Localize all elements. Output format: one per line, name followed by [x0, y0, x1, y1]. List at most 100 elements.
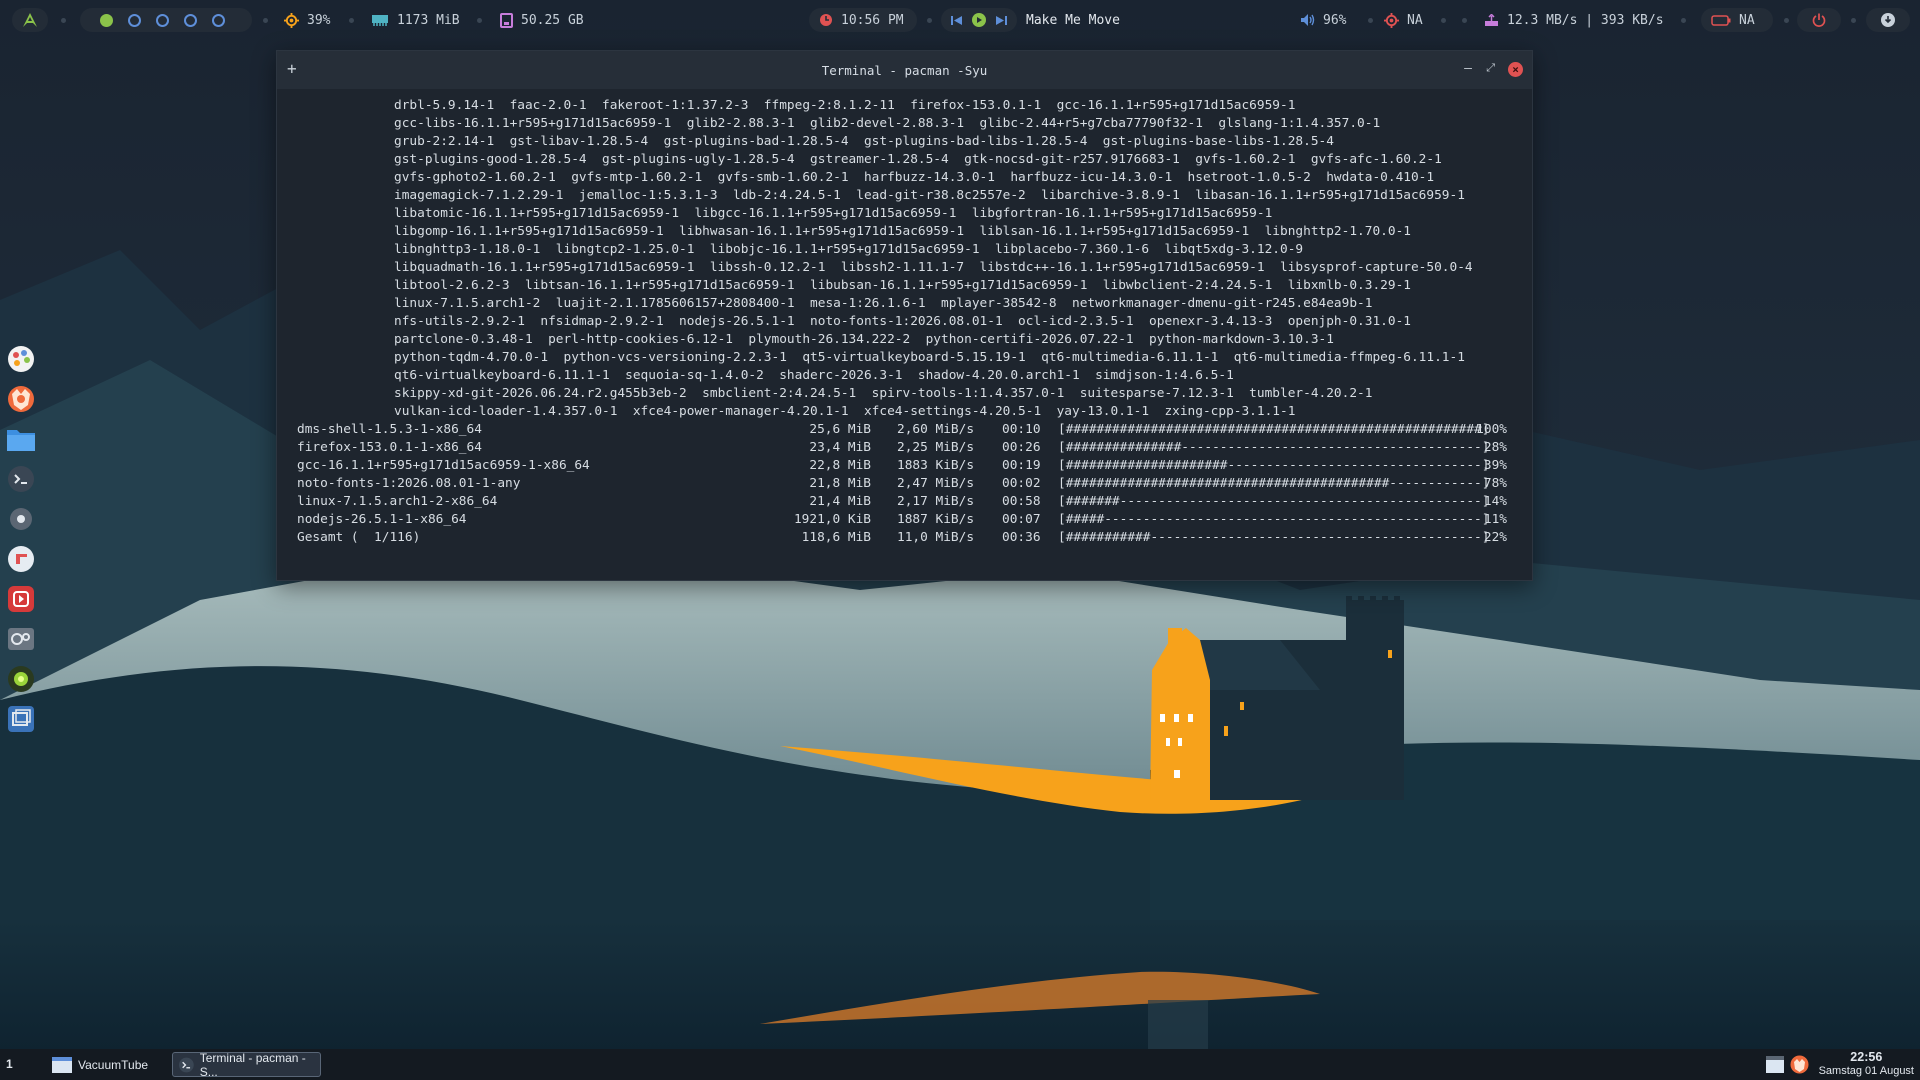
download-name: noto-fonts-1:2026.08.01-1-any [297, 476, 521, 491]
power-icon [1812, 13, 1826, 27]
workspace-3-indicator[interactable] [156, 13, 169, 27]
download-row: firefox-153.0.1-1-x86_64 23,4 MiB 2,25 MiB… [297, 439, 1507, 457]
temperature-icon [1384, 12, 1399, 28]
palette-icon[interactable] [6, 344, 36, 374]
next-track-icon[interactable] [996, 15, 1007, 26]
download-name: Gesamt ( 1/116) [297, 530, 421, 545]
download-name: linux-7.1.5.arch1-2-x86_64 [297, 494, 498, 509]
cpu-icon [284, 12, 299, 28]
download-rate: 2,17 MiB/s [897, 494, 975, 509]
terminal-titlebar[interactable]: + Terminal - pacman -Syu – ⤢ × [277, 51, 1532, 89]
minimize-icon[interactable]: – [1464, 61, 1472, 76]
download-time: 00:07 [1002, 512, 1041, 527]
workspace-1-indicator[interactable] [100, 13, 113, 27]
download-name: dms-shell-1.5.3-1-x86_64 [297, 422, 482, 437]
task-label: VacuumTube [78, 1057, 149, 1072]
download-size: 22,8 MiB [809, 458, 871, 473]
clock-time-label: 22:56 [1850, 1050, 1883, 1064]
bottom-taskbar: 1 VacuumTube Terminal - pacman -S... 22:… [0, 1049, 1920, 1080]
download-percent: 39% [1483, 458, 1507, 473]
download-size: 21,8 MiB [809, 476, 871, 491]
previous-track-icon[interactable] [951, 15, 962, 26]
notification-button[interactable] [1866, 8, 1910, 32]
terminal-window[interactable]: + Terminal - pacman -Syu – ⤢ × drbl-5.9.… [276, 50, 1533, 581]
download-row: Gesamt ( 1/116) 118,6 MiB 11,0 MiB/s 00:36 [… [297, 529, 1507, 547]
download-percent: 22% [1483, 530, 1507, 545]
package-line: gst-plugins-good-1.28.5-4 gst-plugins-ug… [394, 152, 1442, 167]
temperature-value: NA [1407, 12, 1423, 28]
download-progress-bar: [###############------------------------… [1058, 440, 1490, 455]
package-line: libnghttp3-1.18.0-1 libngtcp2-1.25.0-1 l… [394, 242, 1304, 257]
memory-usage: 1173 MiB [397, 12, 460, 28]
folder-icon[interactable] [6, 424, 36, 454]
package-line: qt6-virtualkeyboard-6.11.1-1 sequoia-sq-… [394, 368, 1234, 383]
clock-time: 10:56 PM [841, 12, 904, 28]
package-line: libgomp-16.1.1+r595+g171d15ac6959-1 libh… [394, 224, 1411, 239]
new-tab-button[interactable]: + [287, 59, 297, 78]
package-line: vulkan-icd-loader-1.4.357.0-1 xfce4-powe… [394, 404, 1296, 419]
memory-widget[interactable]: 1173 MiB [371, 0, 460, 40]
download-size: 118,6 MiB [801, 530, 871, 545]
volume-widget[interactable]: 96% [1300, 0, 1346, 40]
download-row: linux-7.1.5.arch1-2-x86_64 21,4 MiB 2,17 M… [297, 493, 1507, 511]
clock-widget[interactable]: 10:56 PM [809, 8, 917, 32]
battery-widget[interactable]: NA [1701, 8, 1773, 32]
terminal-output[interactable]: drbl-5.9.14-1 faac-2.0-1 fakeroot-1:1.37… [277, 89, 1532, 580]
workspace-switcher [80, 8, 252, 32]
package-line: grub-2:2.14-1 gst-libav-1.28.5-4 gst-plu… [394, 134, 1334, 149]
cpu-widget[interactable]: 39% [284, 0, 330, 40]
package-line: libatomic-16.1.1+r595+g171d15ac6959-1 li… [394, 206, 1273, 221]
download-percent: 78% [1483, 476, 1507, 491]
workspace-5-indicator[interactable] [212, 13, 225, 27]
close-icon[interactable]: × [1508, 62, 1523, 77]
download-size: 21,4 MiB [809, 494, 871, 509]
package-line: gcc-libs-16.1.1+r595+g171d15ac6959-1 gli… [394, 116, 1381, 131]
memory-icon [372, 15, 388, 26]
tray-firefox-icon[interactable] [1790, 1055, 1809, 1074]
power-button[interactable] [1797, 8, 1841, 32]
download-row: gcc-16.1.1+r595+g171d15ac6959-1-x86_64 22… [297, 457, 1507, 475]
download-percent: 100% [1476, 422, 1507, 437]
download-time: 00:36 [1002, 530, 1041, 545]
media-title[interactable]: Make Me Move [1026, 0, 1120, 40]
task-vacuumtube[interactable]: VacuumTube [46, 1052, 164, 1077]
download-size: 23,4 MiB [809, 440, 871, 455]
package-line: linux-7.1.5.arch1-2 luajit-2.1.178560615… [394, 296, 1373, 311]
tray-window-icon[interactable] [1766, 1056, 1784, 1073]
download-time: 00:02 [1002, 476, 1041, 491]
package-line: gvfs-gphoto2-1.60.2-1 gvfs-mtp-1.60.2-1 … [394, 170, 1435, 185]
settings-icon[interactable] [6, 504, 36, 534]
download-progress-bar: [#####----------------------------------… [1058, 512, 1490, 527]
package-line: libquadmath-16.1.1+r595+g171d15ac6959-1 … [394, 260, 1473, 275]
task-terminal[interactable]: Terminal - pacman -S... [172, 1051, 321, 1079]
workspace-2-indicator[interactable] [128, 13, 141, 27]
media-controls [941, 8, 1017, 32]
download-row: dms-shell-1.5.3-1-x86_64 25,6 MiB 2,60 MiB… [297, 421, 1507, 439]
terminal-icon[interactable] [6, 464, 36, 494]
download-name: gcc-16.1.1+r595+g171d15ac6959-1-x86_64 [297, 458, 590, 473]
workspace-4-indicator[interactable] [184, 13, 197, 27]
window-icon[interactable] [6, 704, 36, 734]
package-line: drbl-5.9.14-1 faac-2.0-1 fakeroot-1:1.37… [394, 98, 1296, 113]
network-widget[interactable]: 12.3 MB/s | 393 KB/s [1484, 0, 1664, 40]
disk-widget[interactable]: 50.25 GB [500, 0, 584, 40]
workspace-number[interactable]: 1 [6, 1057, 13, 1071]
download-circle-icon [1881, 13, 1895, 27]
package-line: nfs-utils-2.9.2-1 nfsidmap-2.9.2-1 nodej… [394, 314, 1411, 329]
download-time: 00:10 [1002, 422, 1041, 437]
green-orb-icon[interactable] [6, 664, 36, 694]
clock-icon [820, 14, 832, 26]
media-title-text: Make Me Move [1026, 12, 1120, 28]
download-time: 00:26 [1002, 440, 1041, 455]
temperature-widget[interactable]: NA [1384, 0, 1423, 40]
firefox-icon[interactable] [6, 384, 36, 414]
media-player-icon[interactable] [6, 584, 36, 614]
maximize-icon[interactable]: ⤢ [1486, 61, 1495, 75]
play-icon[interactable] [972, 13, 986, 27]
network-speed: 12.3 MB/s | 393 KB/s [1507, 12, 1664, 28]
taskbar-clock[interactable]: 22:56 Samstag 01 August [1819, 1050, 1914, 1078]
network-icon [1485, 13, 1498, 26]
system-settings-icon[interactable] [6, 624, 36, 654]
launcher-button[interactable] [12, 8, 48, 32]
chat-icon[interactable] [6, 544, 36, 574]
